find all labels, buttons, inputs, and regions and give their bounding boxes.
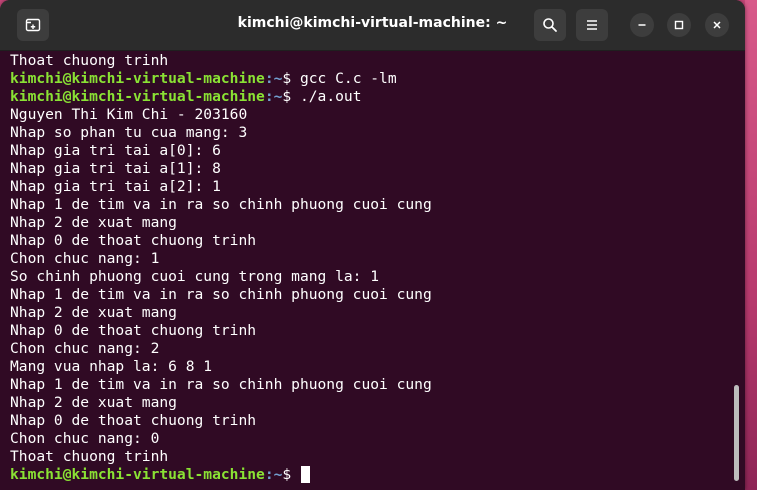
menu-button[interactable] [576,9,608,41]
output-line: Chon chuc nang: 0 [10,430,160,447]
command-text [291,466,300,483]
output-line: Nhap 2 de xuat mang [10,394,177,411]
prompt-path: :~ [264,466,283,483]
output-line: Chon chuc nang: 1 [10,250,160,267]
close-icon [713,21,721,29]
prompt-symbol: $ [282,70,292,87]
output-line: Nhap so phan tu cua mang: 3 [10,124,248,141]
output-line: Nhap 1 de tim va in ra so chinh phuong c… [10,286,432,303]
hamburger-menu-icon [587,20,597,30]
output-line: Chon chuc nang: 2 [10,340,160,357]
output-line: Nhap gia tri tai a[1]: 8 [10,160,221,177]
prompt-user-host: kimchi@kimchi-virtual-machine [10,70,265,87]
prompt-line: kimchi@kimchi-virtual-machine:~$ ./a.out [10,88,730,106]
output-line: Nhap 0 de thoat chuong trinh [10,232,257,249]
prompt-path: :~ [264,88,283,105]
terminal-output[interactable]: Thoat chuong trinh kimchi@kimchi-virtual-… [10,52,730,488]
search-icon [543,18,557,32]
maximize-icon [674,20,684,30]
output-line: Nguyen Thi Kim Chi - 203160 [10,106,248,123]
output-line: So chinh phuong cuoi cung trong mang la:… [10,268,380,285]
minimize-icon [638,24,646,26]
output-line: Nhap 2 de xuat mang [10,214,177,231]
command-text: gcc C.c -lm [291,70,397,87]
text-cursor [300,466,310,483]
prompt-path: :~ [264,70,283,87]
search-button[interactable] [534,9,566,41]
desktop-background [745,0,757,490]
output-line: Thoat chuong trinh [10,448,169,465]
minimize-button[interactable] [630,13,654,37]
output-line: Thoat chuong trinh [10,52,169,69]
prompt-symbol: $ [282,88,292,105]
terminal-window: kimchi@kimchi-virtual-machine: ~ Thoat c… [0,0,745,490]
prompt-line: kimchi@kimchi-virtual-machine:~$ [10,466,730,484]
output-line: Nhap 1 de tim va in ra so chinh phuong c… [10,196,432,213]
output-line: Nhap 0 de thoat chuong trinh [10,322,257,339]
output-line: Nhap gia tri tai a[2]: 1 [10,178,221,195]
prompt-user-host: kimchi@kimchi-virtual-machine [10,466,265,483]
title-bar[interactable]: kimchi@kimchi-virtual-machine: ~ [0,0,745,51]
scrollbar-thumb[interactable] [734,385,739,481]
command-text: ./a.out [291,88,362,105]
output-line: Nhap 1 de tim va in ra so chinh phuong c… [10,376,432,393]
output-line: Mang vua nhap la: 6 8 1 [10,358,213,375]
prompt-symbol: $ [282,466,292,483]
prompt-line: kimchi@kimchi-virtual-machine:~$ gcc C.c… [10,70,730,88]
close-button[interactable] [705,13,729,37]
output-line: Nhap 2 de xuat mang [10,304,177,321]
maximize-button[interactable] [667,13,691,37]
output-line: Nhap gia tri tai a[0]: 6 [10,142,221,159]
prompt-user-host: kimchi@kimchi-virtual-machine [10,88,265,105]
output-line: Nhap 0 de thoat chuong trinh [10,412,257,429]
